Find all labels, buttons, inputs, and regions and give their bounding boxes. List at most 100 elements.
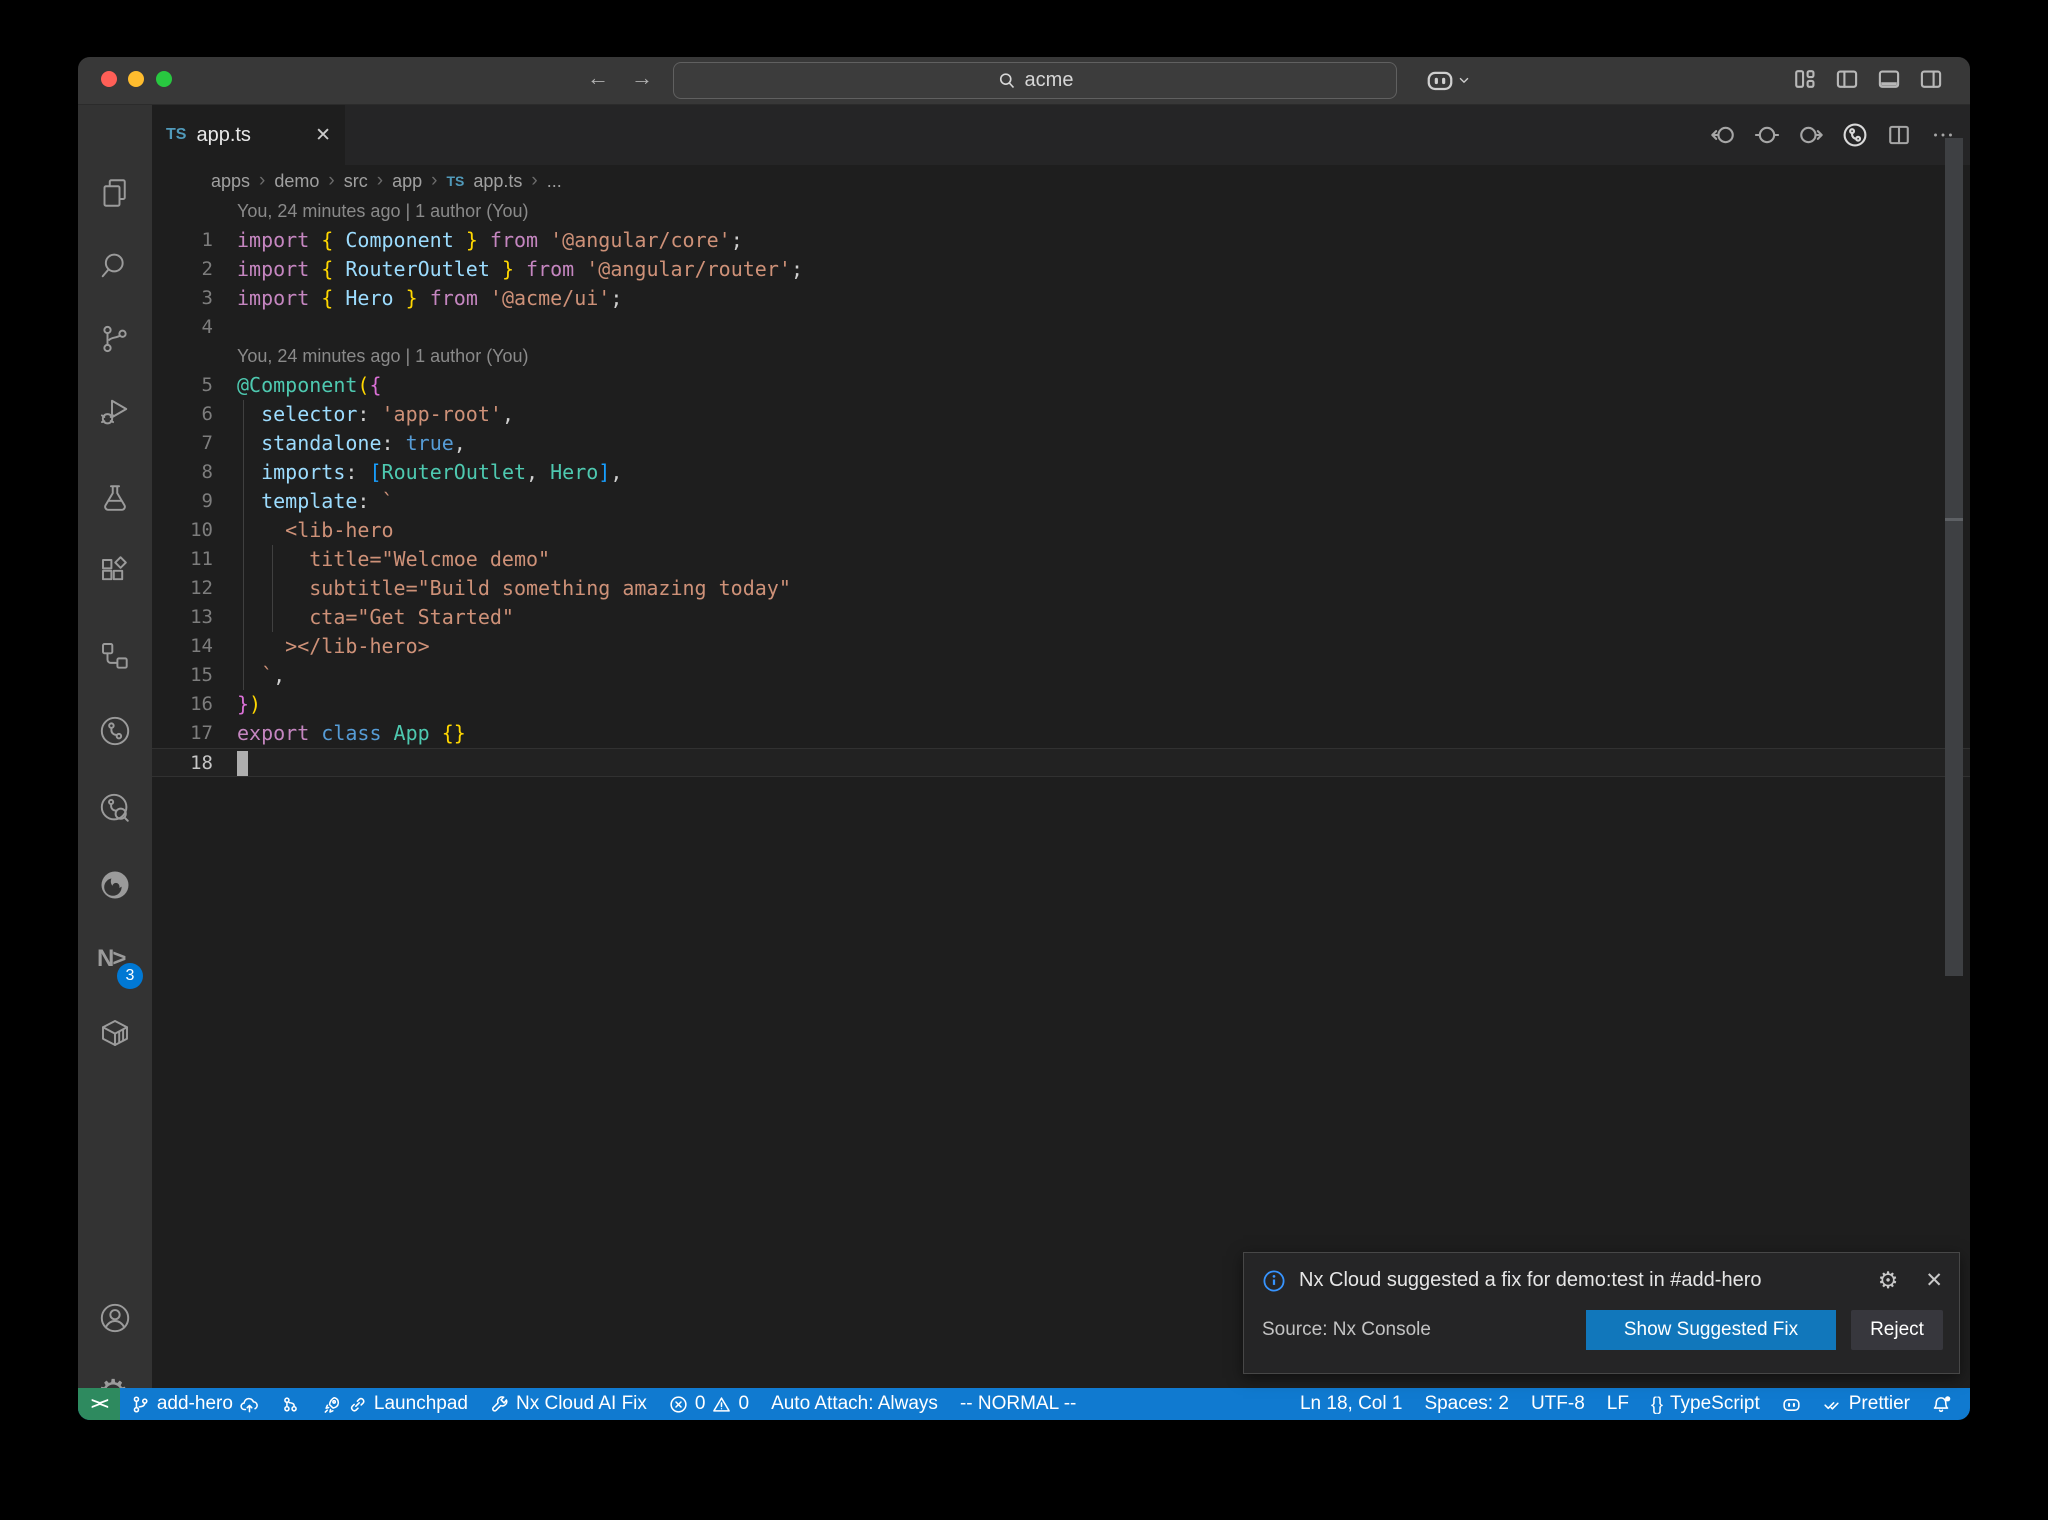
line-number[interactable]: 3 xyxy=(152,284,213,313)
code-line-5[interactable]: 5 @Component({ xyxy=(152,371,1970,400)
sidebar-item-run-debug[interactable] xyxy=(97,394,133,430)
line-number[interactable]: 17 xyxy=(152,719,213,748)
navigate-back-button[interactable] xyxy=(1710,122,1736,148)
code-line-15[interactable]: 15 `, xyxy=(152,661,1970,690)
sidebar-item-explorer[interactable] xyxy=(97,175,133,211)
typescript-file-icon[interactable]: TS xyxy=(446,173,464,189)
code-line-7[interactable]: 7 standalone: true, xyxy=(152,429,1970,458)
toggle-secondary-sidebar-icon[interactable] xyxy=(1918,66,1944,92)
code-line-11[interactable]: 11 title="Welcmoe demo" xyxy=(152,545,1970,574)
auto-attach-item[interactable]: Auto Attach: Always xyxy=(760,1388,949,1420)
code-line-13[interactable]: 13 cta="Get Started" xyxy=(152,603,1970,632)
code-line-18[interactable]: 18 xyxy=(152,748,1970,777)
customize-layout-icon[interactable] xyxy=(1792,66,1818,92)
code-line-4[interactable]: 4 xyxy=(152,313,1970,342)
line-number[interactable]: 18 xyxy=(152,749,213,776)
prettier-item[interactable]: Prettier xyxy=(1812,1388,1921,1420)
minimize-window-button[interactable] xyxy=(128,71,144,87)
line-number[interactable]: 10 xyxy=(152,516,213,545)
sidebar-item-hierarchy[interactable] xyxy=(97,638,133,674)
git-blame-annotation: You, 24 minutes ago | 1 author (You) xyxy=(152,342,1970,371)
copilot-item[interactable] xyxy=(1771,1388,1812,1420)
launchpad-item[interactable]: Launchpad xyxy=(311,1388,479,1420)
close-window-button[interactable] xyxy=(101,71,117,87)
indentation-item[interactable]: Spaces: 2 xyxy=(1413,1388,1520,1420)
sidebar-item-nx-console[interactable]: N> 3 xyxy=(97,945,143,989)
line-number[interactable]: 8 xyxy=(152,458,213,487)
breadcrumb-item-demo[interactable]: demo xyxy=(274,171,319,192)
line-number[interactable]: 7 xyxy=(152,429,213,458)
tab-close-icon[interactable]: ✕ xyxy=(315,124,331,147)
code-line-10[interactable]: 10 <lib-hero xyxy=(152,516,1970,545)
sidebar-item-search[interactable] xyxy=(97,248,133,284)
code-line-2[interactable]: 2 import { RouterOutlet } from '@angular/… xyxy=(152,255,1970,284)
line-number[interactable]: 9 xyxy=(152,487,213,516)
navigate-forward-button[interactable] xyxy=(1798,122,1824,148)
split-editor-button[interactable] xyxy=(1886,122,1912,148)
eol-item[interactable]: LF xyxy=(1596,1388,1640,1420)
navigate-current-button[interactable] xyxy=(1754,122,1780,148)
nx-cloud-ai-fix-item[interactable]: Nx Cloud AI Fix xyxy=(479,1388,658,1420)
line-number[interactable]: 2 xyxy=(152,255,213,284)
language-mode-item[interactable]: {} TypeScript xyxy=(1640,1388,1771,1420)
toggle-primary-sidebar-icon[interactable] xyxy=(1834,66,1860,92)
encoding-item[interactable]: UTF-8 xyxy=(1520,1388,1596,1420)
git-graph-item[interactable] xyxy=(270,1388,311,1420)
maximize-window-button[interactable] xyxy=(156,71,172,87)
line-number[interactable]: 15 xyxy=(152,661,213,690)
tab-app-ts[interactable]: TS app.ts ✕ xyxy=(152,105,345,165)
line-number[interactable]: 16 xyxy=(152,690,213,719)
code-line-6[interactable]: 6 selector: 'app-root', xyxy=(152,400,1970,429)
vim-mode-item[interactable]: -- NORMAL -- xyxy=(949,1388,1087,1420)
sidebar-item-testing[interactable] xyxy=(97,481,133,517)
show-suggested-fix-button[interactable]: Show Suggested Fix xyxy=(1586,1310,1836,1350)
code-line-1[interactable]: 1 import { Component } from '@angular/cor… xyxy=(152,226,1970,255)
reject-button[interactable]: Reject xyxy=(1851,1310,1943,1350)
line-number[interactable]: 14 xyxy=(152,632,213,661)
breadcrumb-item-apps[interactable]: apps xyxy=(211,171,250,192)
line-number[interactable]: 1 xyxy=(152,226,213,255)
titlebar[interactable]: ← → acme xyxy=(78,57,1970,105)
notifications-item[interactable] xyxy=(1921,1388,1962,1420)
breadcrumb-item-src[interactable]: src xyxy=(344,171,368,192)
sidebar-item-extensions[interactable] xyxy=(97,554,133,590)
wrench-icon xyxy=(490,1395,509,1414)
breadcrumb-item-app[interactable]: app xyxy=(392,171,422,192)
code-line-16[interactable]: 16}) xyxy=(152,690,1970,719)
code-line-8[interactable]: 8 imports: [RouterOutlet, Hero], xyxy=(152,458,1970,487)
code-line-17[interactable]: 17 export class App {} xyxy=(152,719,1970,748)
line-number[interactable]: 4 xyxy=(152,313,213,342)
sidebar-item-gitlens[interactable] xyxy=(97,790,133,826)
line-number[interactable]: 13 xyxy=(152,603,213,632)
sidebar-item-git-graph[interactable] xyxy=(97,713,133,749)
line-number[interactable]: 11 xyxy=(152,545,213,574)
accounts-button[interactable] xyxy=(97,1300,133,1336)
code-line-12[interactable]: 12 subtitle="Build something amazing tod… xyxy=(152,574,1970,603)
history-forward-button[interactable]: → xyxy=(627,65,657,91)
breadcrumb-item-file[interactable]: app.ts xyxy=(473,171,522,192)
code-line-3[interactable]: 3 import { Hero } from '@acme/ui'; xyxy=(152,284,1970,313)
cursor-position-item[interactable]: Ln 18, Col 1 xyxy=(1289,1388,1413,1420)
command-center-search[interactable]: acme xyxy=(673,62,1397,99)
line-number[interactable]: 5 xyxy=(152,371,213,400)
sidebar-item-source-control[interactable] xyxy=(97,321,133,357)
sidebar-item-containers[interactable] xyxy=(97,1015,133,1051)
remote-indicator[interactable]: >< xyxy=(78,1388,120,1420)
copilot-menu-button[interactable] xyxy=(1425,65,1471,95)
sidebar-item-edge-tools[interactable] xyxy=(97,867,133,903)
status-bar: >< add-hero Launchpad Nx Cloud AI Fix 0 0 Aut… xyxy=(78,1388,1970,1420)
git-branch-item[interactable]: add-hero xyxy=(120,1388,270,1420)
code-line-9[interactable]: 9 template: ` xyxy=(152,487,1970,516)
line-number[interactable]: 12 xyxy=(152,574,213,603)
history-back-button[interactable]: ← xyxy=(583,65,613,91)
code-line-14[interactable]: 14 ></lib-hero> xyxy=(152,632,1970,661)
notification-close-icon[interactable]: ✕ xyxy=(1925,1268,1943,1293)
open-git-graph-button[interactable] xyxy=(1842,122,1868,148)
editor[interactable]: You, 24 minutes ago | 1 author (You) 1 imp… xyxy=(152,197,1970,1388)
editor-scrollbar[interactable] xyxy=(1945,138,1963,976)
toggle-panel-icon[interactable] xyxy=(1876,66,1902,92)
line-number[interactable]: 6 xyxy=(152,400,213,429)
breadcrumb-symbol-tail[interactable]: ... xyxy=(547,171,562,192)
problems-item[interactable]: 00 xyxy=(658,1388,760,1420)
notification-settings-icon[interactable]: ⚙ xyxy=(1878,1267,1899,1294)
